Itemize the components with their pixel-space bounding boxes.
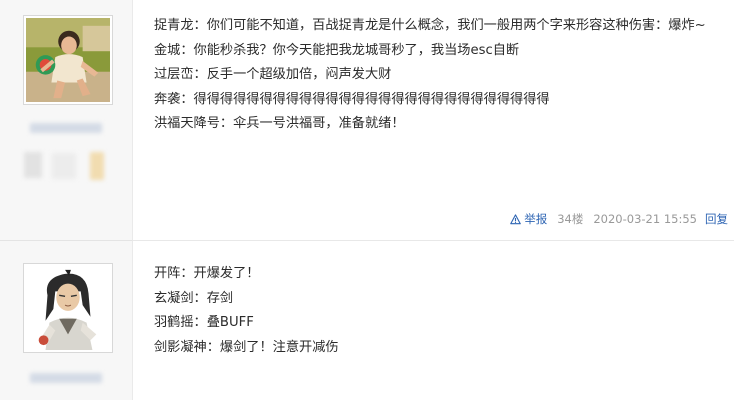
username-blurred xyxy=(30,373,102,383)
level-badge-blurred xyxy=(24,152,42,178)
post-line: 奔袭：得得得得得得得得得得得得得得得得得得得得得得得得得得得 xyxy=(154,91,550,107)
username-blurred xyxy=(30,123,102,133)
user-avatar[interactable] xyxy=(23,263,113,353)
post-line: 洪福天降号：伞兵一号洪福哥，准备就绪！ xyxy=(154,116,405,131)
post-line: 羽鹤摇：叠BUFF xyxy=(154,315,254,330)
reply-link[interactable]: 回复 xyxy=(705,211,728,227)
user-avatar[interactable] xyxy=(23,15,113,105)
floor-number: 34楼 xyxy=(557,212,584,226)
post-footer: 举报 34楼 2020-03-21 15:55 回复 xyxy=(510,210,728,228)
post-line: 剑影凝神：爆剑了！注意开减伤 xyxy=(154,339,339,355)
post-line: 过层峦：反手一个超级加倍，闷声发大财 xyxy=(154,67,392,82)
user-sidebar xyxy=(0,0,133,240)
reply-post: 开阵：开爆发了！ 玄凝剑：存剑 羽鹤摇：叠BUFF 剑影凝神：爆剑了！注意开减伤 xyxy=(0,240,734,400)
post-line: 开阵：开爆发了！ xyxy=(154,266,260,281)
post-content: 开阵：开爆发了！ 玄凝剑：存剑 羽鹤摇：叠BUFF 剑影凝神：爆剑了！注意开减伤 xyxy=(154,262,728,360)
reply-post: 捉青龙：你们可能不知道，百战捉青龙是什么概念，我们一般用两个字来形容这种伤害：爆… xyxy=(0,0,734,240)
report-label: 举报 xyxy=(524,212,548,226)
post-time: 2020-03-21 15:55 xyxy=(593,212,697,226)
fan-badge-blurred xyxy=(90,152,104,180)
report-link[interactable]: 举报 xyxy=(510,211,547,227)
post-line: 玄凝剑：存剑 xyxy=(154,290,234,306)
avatar-photo-image xyxy=(26,18,110,102)
user-sidebar xyxy=(0,240,133,400)
avatar-character-image xyxy=(26,266,110,350)
warning-icon xyxy=(510,213,522,224)
post-line: 金城：你能秒杀我？你今天能把我龙城哥秒了，我当场esc自断 xyxy=(154,42,520,58)
post-line: 捉青龙：你们可能不知道，百战捉青龙是什么概念，我们一般用两个字来形容这种伤害：爆… xyxy=(154,18,706,33)
post-content: 捉青龙：你们可能不知道，百战捉青龙是什么概念，我们一般用两个字来形容这种伤害：爆… xyxy=(154,14,728,137)
rank-badge-blurred xyxy=(52,153,76,179)
reply-thread: 捉青龙：你们可能不知道，百战捉青龙是什么概念，我们一般用两个字来形容这种伤害：爆… xyxy=(0,0,734,400)
